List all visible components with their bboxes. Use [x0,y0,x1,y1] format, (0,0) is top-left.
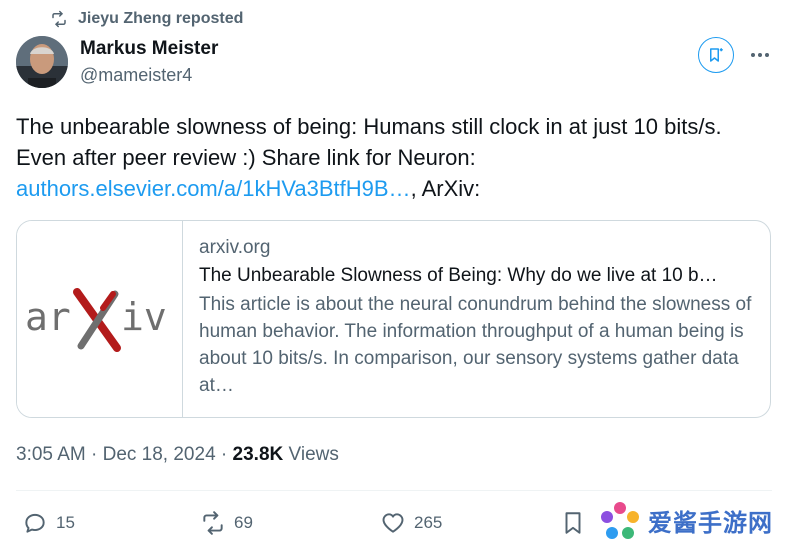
repost-icon [203,511,223,535]
avatar-image [16,36,68,88]
meta-separator: · [215,444,233,465]
link-preview-card[interactable]: arXiv ar iv arxiv.org The Unbearable Slo… [16,220,771,418]
meta-separator: · [85,444,103,465]
repost-label: Jieyu Zheng reposted [78,10,244,27]
flower-logo-icon [601,501,639,539]
tweet-meta: 3:05 AM · Dec 18, 2024 · 23.8K Views [16,443,339,467]
dot-icon [758,53,762,57]
reply-count: 15 [56,513,75,532]
like-button[interactable]: 265 [380,505,442,541]
author-name[interactable]: Markus Meister [80,37,218,61]
views-label: Views [283,444,339,465]
card-description: This article is about the neural conundr… [199,294,752,396]
watermark: 爱酱手游网 [598,495,788,546]
repost-count: 69 [234,513,253,532]
views-count: 23.8K [232,444,284,465]
bookmark-button[interactable] [560,505,586,541]
bookmark-icon [565,512,581,534]
grok-icon [710,48,723,62]
card-thumbnail[interactable]: arXiv ar iv [17,221,183,417]
dot-icon [765,53,769,57]
repost-button[interactable]: 69 [200,505,253,541]
card-body[interactable]: arxiv.org The Unbearable Slowness of Bei… [183,221,770,417]
reply-icon [25,513,45,533]
more-options-button[interactable] [746,43,774,67]
tweet-line-3: authors.elsevier.com/a/1kHVa3BtfH9B…, Ar… [16,173,776,204]
tweet-line-1: The unbearable slowness of being: Humans… [16,114,722,139]
tweet-line-2: Even after peer review :) Share link for… [16,145,476,170]
repost-indicator[interactable]: Jieyu Zheng reposted [50,9,243,29]
card-domain: arxiv.org [199,237,271,258]
tweet-date[interactable]: Dec 18, 2024 [103,444,216,465]
card-title: The Unbearable Slowness of Being: Why do… [199,265,718,286]
like-count: 265 [414,513,443,532]
avatar[interactable] [16,36,68,88]
svg-text:ar: ar [25,295,71,339]
divider [16,490,772,491]
tweet-time[interactable]: 3:05 AM [16,444,86,465]
repost-icon [52,10,66,28]
grok-button[interactable] [698,37,734,73]
author-block[interactable]: Markus Meister @mameister4 [80,37,218,87]
watermark-text: 爱酱手游网 [648,510,773,537]
tweet-line-3-suffix: , ArXiv: [410,176,481,201]
dot-icon [751,53,755,57]
arxiv-logo: arXiv ar iv [25,288,167,352]
tweet-text: The unbearable slowness of being: Humans… [16,111,776,204]
author-handle[interactable]: @mameister4 [80,63,218,87]
heart-icon [382,513,404,533]
reply-button[interactable]: 15 [22,505,75,541]
neuron-link[interactable]: authors.elsevier.com/a/1kHVa3BtfH9B… [16,176,411,201]
svg-text:iv: iv [121,295,167,339]
